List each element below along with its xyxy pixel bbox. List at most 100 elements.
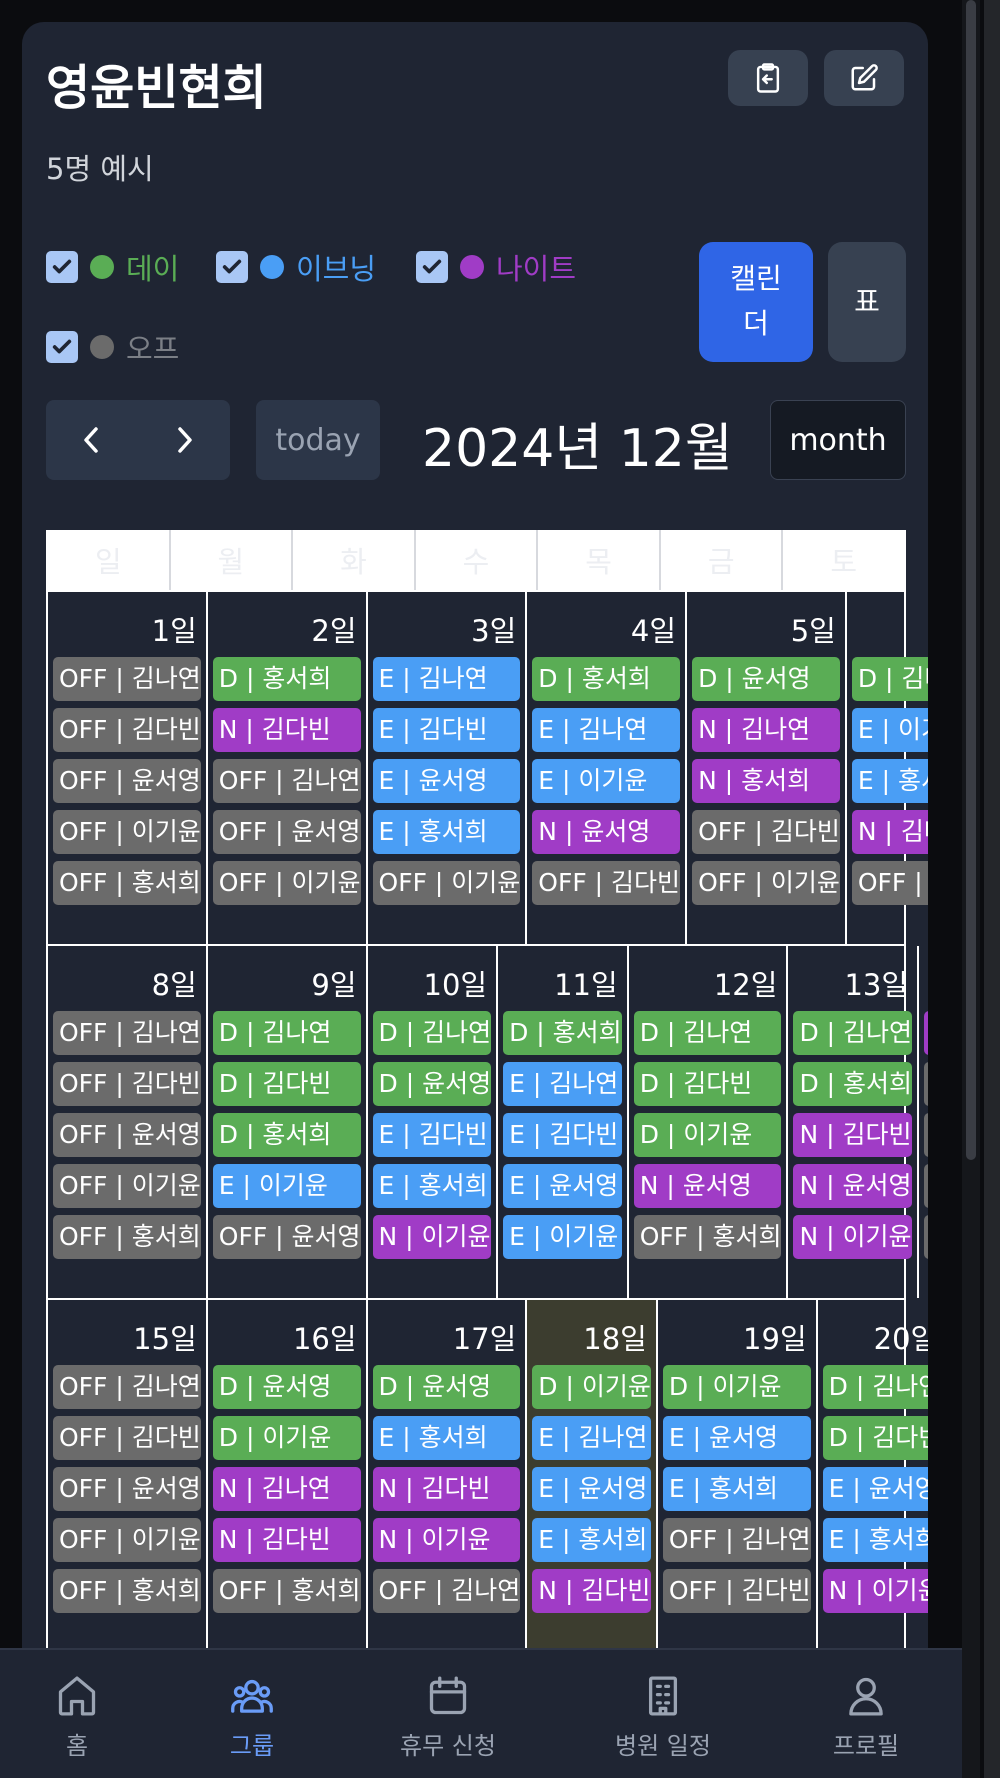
today-button[interactable]: today <box>256 400 380 480</box>
shift-event[interactable]: D | 홍서희 <box>212 1113 361 1157</box>
shift-event[interactable]: OFF | 윤서영 <box>53 1113 201 1157</box>
shift-event[interactable]: D | 김나연 <box>372 1011 492 1055</box>
shift-event[interactable]: E | 이기윤 <box>851 708 928 752</box>
evening-checkbox[interactable] <box>216 251 248 283</box>
shift-event[interactable]: OFF | 김다빈 <box>53 708 201 752</box>
shift-event[interactable]: D | 홍서희 <box>212 657 361 701</box>
shift-event[interactable]: OFF | 김다빈 <box>532 861 681 905</box>
shift-event[interactable]: N | 김다빈 <box>372 1467 521 1511</box>
shift-event[interactable]: OFF | 홍서희 <box>924 1215 928 1259</box>
shift-event[interactable]: N | 윤서영 <box>633 1164 782 1208</box>
calendar-day-cell[interactable]: 4일 D | 홍서희 E | 김나연 E | 이기윤 N | 윤서영 OFF | 김다빈 <box>527 592 688 944</box>
calendar-day-cell[interactable]: 19일 D | 이기윤 E | 윤서영 E | 홍서희 OFF | 김나연 OFF | 김… <box>658 1300 818 1652</box>
calendar-day-cell[interactable]: 2일 D | 홍서희 N | 김다빈 OFF | 김나연 OFF | 윤서영 OFF | … <box>208 592 368 944</box>
shift-event[interactable]: N | 이기윤 <box>372 1518 521 1562</box>
shift-event[interactable]: E | 윤서영 <box>822 1467 928 1511</box>
shift-event[interactable]: D | 윤서영 <box>372 1062 492 1106</box>
shift-event[interactable]: D | 홍서희 <box>532 657 681 701</box>
shift-event[interactable]: OFF | 이기윤 <box>53 1518 201 1562</box>
shift-event[interactable]: E | 홍서희 <box>372 1164 492 1208</box>
shift-event[interactable]: N | 김다빈 <box>212 708 361 752</box>
shift-event[interactable]: OFF | 이기윤 <box>53 1164 201 1208</box>
shift-event[interactable]: D | 이기윤 <box>212 1416 361 1460</box>
shift-event[interactable]: N | 윤서영 <box>532 810 681 854</box>
nav-tab[interactable]: 휴무 신청 <box>378 1650 518 1778</box>
shift-event[interactable]: D | 이기윤 <box>662 1365 811 1409</box>
calendar-day-cell[interactable]: 20일 D | 김나연 D | 김다빈 E | 윤서영 E | 홍서희 N | 이기윤 <box>818 1300 928 1652</box>
shift-event[interactable]: E | 홍서희 <box>662 1467 811 1511</box>
month-view-button[interactable]: month <box>770 400 906 480</box>
nav-tab[interactable]: 그룹 <box>182 1650 322 1778</box>
shift-event[interactable]: E | 윤서영 <box>662 1416 811 1460</box>
calendar-day-cell[interactable]: 1일 OFF | 김나연 OFF | 김다빈 OFF | 윤서영 OFF | 이기윤 OF… <box>48 592 208 944</box>
shift-event[interactable]: N | 김다빈 <box>532 1569 651 1613</box>
shift-event[interactable]: E | 김나연 <box>532 708 681 752</box>
shift-event[interactable]: E | 김다빈 <box>372 1113 492 1157</box>
calendar-day-cell[interactable]: 10일 D | 김나연 D | 윤서영 E | 김다빈 E | 홍서희 N | 이기윤 <box>368 946 499 1298</box>
shift-event[interactable]: D | 김다빈 <box>822 1416 928 1460</box>
shift-event[interactable]: D | 김나연 <box>212 1011 361 1055</box>
shift-event[interactable]: N | 김다빈 <box>212 1518 361 1562</box>
shift-event[interactable]: E | 홍서희 <box>372 1416 521 1460</box>
copy-schedule-button[interactable] <box>728 50 808 106</box>
shift-event[interactable]: OFF | 홍서희 <box>633 1215 782 1259</box>
calendar-day-cell[interactable]: 12일 D | 김나연 D | 김다빈 D | 이기윤 N | 윤서영 OFF | 홍서희 <box>629 946 789 1298</box>
filter-night[interactable]: 나이트 <box>416 246 576 288</box>
calendar-day-cell[interactable]: 14일 N | 김나연 OFF | 김다빈 OFF | 윤서영 OFF | 이기윤 OFF… <box>919 946 928 1298</box>
shift-event[interactable]: OFF | 김나연 <box>53 657 201 701</box>
shift-event[interactable]: OFF | 김다빈 <box>53 1416 201 1460</box>
shift-event[interactable]: N | 이기윤 <box>822 1569 928 1613</box>
filter-off[interactable]: 오프 <box>46 326 179 368</box>
calendar-day-cell[interactable]: 13일 D | 김나연 D | 홍서희 N | 김다빈 N | 윤서영 N | 이기윤 <box>788 946 920 1298</box>
shift-event[interactable]: OFF | 홍서희 <box>53 1215 201 1259</box>
shift-event[interactable]: OFF | 김나연 <box>53 1365 201 1409</box>
shift-event[interactable]: N | 김나연 <box>924 1011 928 1055</box>
shift-event[interactable]: OFF | 김다빈 <box>53 1062 201 1106</box>
shift-event[interactable]: N | 김다빈 <box>793 1113 913 1157</box>
shift-event[interactable]: E | 윤서영 <box>372 759 521 803</box>
shift-event[interactable]: E | 홍서희 <box>532 1518 651 1562</box>
calendar-day-cell[interactable]: 18일 D | 이기윤 E | 김나연 E | 윤서영 E | 홍서희 N | 김다빈 <box>527 1300 658 1652</box>
calendar-day-cell[interactable]: 5일 D | 윤서영 N | 김나연 N | 홍서희 OFF | 김다빈 OFF | 이기… <box>687 592 847 944</box>
off-checkbox[interactable] <box>46 331 78 363</box>
shift-event[interactable]: D | 김나연 <box>822 1365 928 1409</box>
shift-event[interactable]: OFF | 김나연 <box>662 1518 811 1562</box>
table-view-button[interactable]: 표 <box>828 242 906 362</box>
shift-event[interactable]: OFF | 이기윤 <box>53 810 201 854</box>
shift-event[interactable]: N | 김나연 <box>212 1467 361 1511</box>
shift-event[interactable]: OFF | 이기윤 <box>692 861 840 905</box>
shift-event[interactable]: OFF | 김다빈 <box>692 810 840 854</box>
nav-tab[interactable]: 홈 <box>7 1650 147 1778</box>
shift-event[interactable]: E | 김다빈 <box>503 1113 622 1157</box>
shift-event[interactable]: OFF | 이기윤 <box>212 861 361 905</box>
shift-event[interactable]: OFF | 김다빈 <box>662 1569 811 1613</box>
shift-event[interactable]: D | 홍서희 <box>503 1011 622 1055</box>
shift-event[interactable]: D | 이기윤 <box>633 1113 782 1157</box>
calendar-day-cell[interactable]: 6일 D | 김다빈 E | 이기윤 E | 홍서희 N | 김나연 OFF | 윤서영 <box>847 592 928 944</box>
shift-event[interactable]: OFF | 윤서영 <box>851 861 928 905</box>
shift-event[interactable]: E | 김나연 <box>372 657 521 701</box>
calendar-day-cell[interactable]: 17일 D | 윤서영 E | 홍서희 N | 김다빈 N | 이기윤 OFF | 김나연 <box>368 1300 528 1652</box>
shift-event[interactable]: N | 홍서희 <box>692 759 840 803</box>
shift-event[interactable]: N | 이기윤 <box>372 1215 492 1259</box>
next-month-button[interactable] <box>138 400 230 480</box>
night-checkbox[interactable] <box>416 251 448 283</box>
shift-event[interactable]: D | 홍서희 <box>793 1062 913 1106</box>
shift-event[interactable]: OFF | 윤서영 <box>212 810 361 854</box>
calendar-day-cell[interactable]: 16일 D | 윤서영 D | 이기윤 N | 김나연 N | 김다빈 OFF | 홍서희 <box>208 1300 368 1652</box>
scrollbar-thumb[interactable] <box>966 0 976 1160</box>
shift-event[interactable]: D | 김다빈 <box>851 657 928 701</box>
calendar-day-cell[interactable]: 15일 OFF | 김나연 OFF | 김다빈 OFF | 윤서영 OFF | 이기윤 O… <box>48 1300 208 1652</box>
shift-event[interactable]: N | 김나연 <box>851 810 928 854</box>
calendar-day-cell[interactable]: 9일 D | 김나연 D | 김다빈 D | 홍서희 E | 이기윤 OFF | 윤서영 <box>208 946 368 1298</box>
filter-evening[interactable]: 이브닝 <box>216 246 376 288</box>
shift-event[interactable]: OFF | 윤서영 <box>212 1215 361 1259</box>
shift-event[interactable]: D | 이기윤 <box>532 1365 651 1409</box>
shift-event[interactable]: N | 윤서영 <box>793 1164 913 1208</box>
calendar-day-cell[interactable]: 11일 D | 홍서희 E | 김나연 E | 김다빈 E | 윤서영 E | 이기윤 <box>498 946 629 1298</box>
shift-event[interactable]: OFF | 김나연 <box>53 1011 201 1055</box>
filter-day[interactable]: 데이 <box>46 246 179 288</box>
shift-event[interactable]: OFF | 홍서희 <box>53 1569 201 1613</box>
shift-event[interactable]: OFF | 김다빈 <box>924 1062 928 1106</box>
day-checkbox[interactable] <box>46 251 78 283</box>
